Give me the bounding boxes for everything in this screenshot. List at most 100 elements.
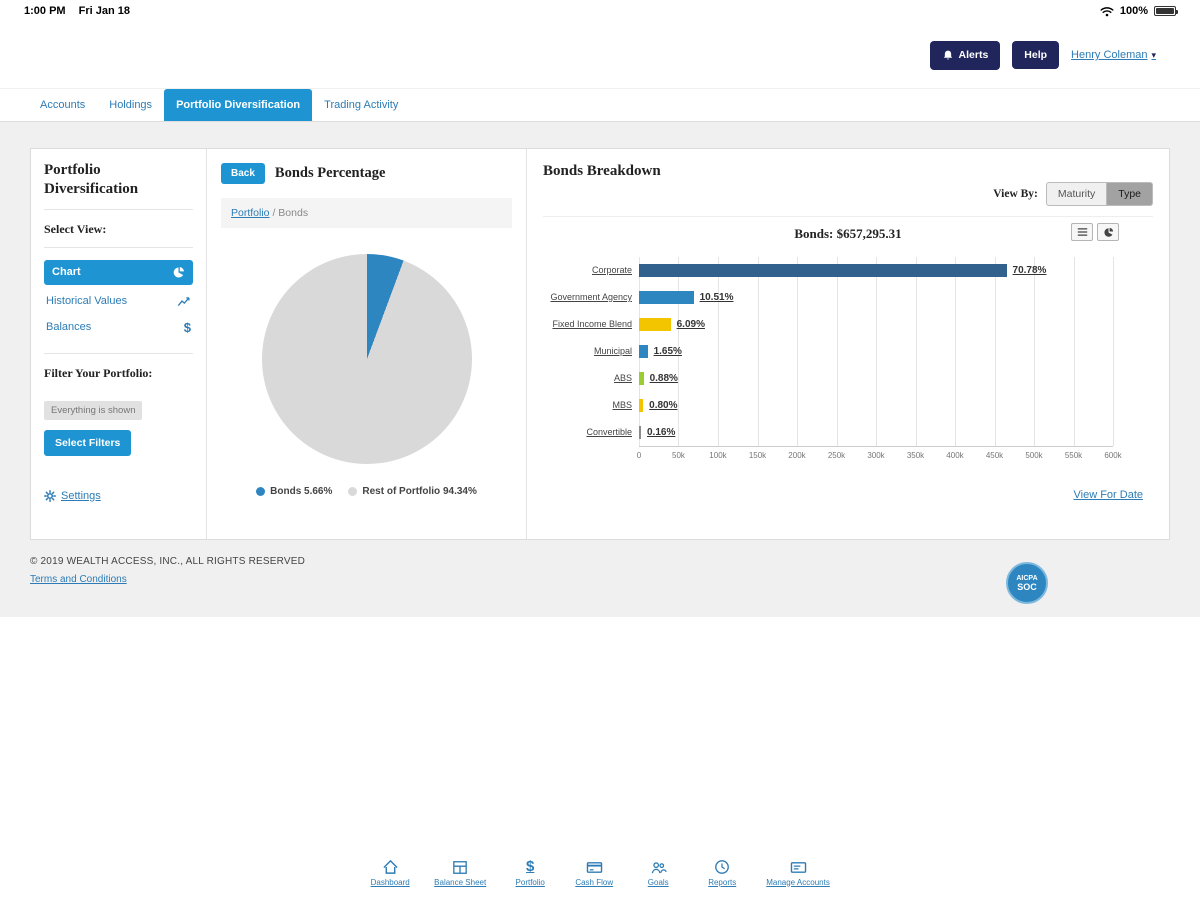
- sidebar-title: Portfolio Diversification: [44, 161, 193, 210]
- alerts-button[interactable]: Alerts: [930, 41, 1001, 70]
- bar-value-link[interactable]: 70.78%: [1013, 265, 1047, 276]
- app-header: Alerts Help Henry Coleman ▾: [0, 22, 1200, 88]
- bar-value-link[interactable]: 0.16%: [647, 427, 675, 438]
- tabbar-item-manage-accounts[interactable]: Manage Accounts: [766, 860, 830, 887]
- bar-value-link[interactable]: 0.88%: [650, 373, 678, 384]
- tabbar-label: Portfolio: [516, 878, 545, 887]
- chart-view-label: Chart: [52, 266, 81, 278]
- status-bar: 1:00 PM Fri Jan 18 100%: [0, 0, 1200, 22]
- legend-item-bonds[interactable]: Bonds 5.66%: [256, 486, 332, 497]
- legend-list-button[interactable]: [1071, 223, 1093, 241]
- pie-chart[interactable]: [262, 254, 472, 464]
- tabbar-item-portfolio[interactable]: $ Portfolio: [510, 859, 550, 887]
- historical-values-label: Historical Values: [46, 295, 127, 307]
- legend-item-rest[interactable]: Rest of Portfolio 94.34%: [348, 486, 476, 497]
- bar-category-label[interactable]: Government Agency: [543, 284, 639, 311]
- help-button[interactable]: Help: [1012, 41, 1059, 69]
- content-area: Portfolio Diversification Select View: C…: [0, 122, 1200, 617]
- x-axis-tick: 300k: [867, 451, 884, 460]
- cash-flow-icon: [586, 860, 603, 875]
- bar-category-label[interactable]: MBS: [543, 392, 639, 419]
- bar-row: 0.16%: [639, 419, 1113, 446]
- breadcrumb-current: Bonds: [278, 207, 308, 219]
- tab-holdings[interactable]: Holdings: [97, 89, 164, 121]
- settings-link[interactable]: Settings: [61, 490, 101, 502]
- tabbar-item-balance-sheet[interactable]: Balance Sheet: [434, 860, 486, 887]
- tabbar-item-dashboard[interactable]: Dashboard: [370, 859, 410, 887]
- bar[interactable]: [639, 372, 644, 385]
- sidebar-item-historical-values[interactable]: Historical Values: [44, 293, 193, 310]
- view-by-type-button[interactable]: Type: [1106, 182, 1153, 206]
- view-by-label: View By:: [993, 188, 1038, 200]
- battery-icon: [1154, 6, 1176, 16]
- bar-xaxis: 050k100k150k200k250k300k350k400k450k500k…: [639, 447, 1113, 465]
- tabbar-item-cash-flow[interactable]: Cash Flow: [574, 860, 614, 887]
- badge-line2: SOC: [1017, 583, 1037, 592]
- bar-category-label[interactable]: ABS: [543, 365, 639, 392]
- breadcrumb-separator: /: [272, 207, 275, 219]
- view-for-date-link[interactable]: View For Date: [1074, 489, 1144, 501]
- terms-and-conditions-link[interactable]: Terms and Conditions: [30, 574, 127, 585]
- x-axis-tick: 550k: [1065, 451, 1082, 460]
- x-axis-tick: 600k: [1104, 451, 1121, 460]
- view-by-maturity-button[interactable]: Maturity: [1046, 182, 1106, 206]
- pie-view-button[interactable]: [1097, 223, 1119, 241]
- bar-category-label[interactable]: Corporate: [543, 257, 639, 284]
- goals-icon: [650, 860, 667, 875]
- bar-row: 70.78%: [639, 257, 1113, 284]
- dollar-icon: $: [526, 859, 534, 875]
- x-axis-tick: 50k: [672, 451, 685, 460]
- copyright-text: © 2019 WEALTH ACCESS, INC., ALL RIGHTS R…: [30, 556, 1170, 567]
- bar-plot: 70.78% 10.51% 6.09% 1.65% 0.88% 0.80% 0.16%: [639, 257, 1113, 447]
- tab-accounts[interactable]: Accounts: [28, 89, 97, 121]
- dollar-icon: $: [184, 320, 191, 335]
- x-axis-tick: 400k: [946, 451, 963, 460]
- sidebar-item-chart[interactable]: Chart: [44, 260, 193, 285]
- view-by-toggle: Maturity Type: [1046, 182, 1153, 206]
- bar[interactable]: [639, 345, 648, 358]
- reports-icon: [714, 859, 730, 875]
- x-axis-tick: 200k: [788, 451, 805, 460]
- bar[interactable]: [639, 264, 1007, 277]
- legend-dot: [348, 487, 357, 496]
- bar[interactable]: [639, 426, 641, 439]
- user-menu[interactable]: Henry Coleman ▾: [1071, 49, 1156, 61]
- list-icon: [1077, 227, 1088, 237]
- user-name: Henry Coleman: [1071, 49, 1147, 61]
- bar-value-link[interactable]: 10.51%: [700, 292, 734, 303]
- tab-portfolio-diversification[interactable]: Portfolio Diversification: [164, 89, 312, 121]
- breadcrumb: Portfolio / Bonds: [221, 198, 512, 228]
- pie-chart-icon: [172, 266, 185, 279]
- x-axis-tick: 250k: [828, 451, 845, 460]
- bar[interactable]: [639, 318, 671, 331]
- settings-row[interactable]: Settings: [44, 490, 193, 502]
- back-button[interactable]: Back: [221, 163, 265, 184]
- empty-space: [0, 617, 1200, 850]
- bar-value-link[interactable]: 6.09%: [677, 319, 705, 330]
- bar-category-label[interactable]: Fixed Income Blend: [543, 311, 639, 338]
- line-chart-icon: [177, 295, 191, 308]
- tabbar-label: Manage Accounts: [766, 878, 830, 887]
- sidebar-item-balances[interactable]: Balances $: [44, 318, 193, 337]
- bar-chart-title: Bonds: $657,295.31: [794, 226, 901, 241]
- legend-rest-label: Rest of Portfolio 94.34%: [362, 486, 476, 497]
- alerts-label: Alerts: [959, 49, 989, 61]
- legend-bonds-label: Bonds 5.66%: [270, 486, 332, 497]
- tabbar-item-reports[interactable]: Reports: [702, 859, 742, 887]
- bar[interactable]: [639, 399, 643, 412]
- breadcrumb-portfolio-link[interactable]: Portfolio: [231, 207, 270, 219]
- bar-category-label[interactable]: Convertible: [543, 419, 639, 446]
- aicpa-soc-badge[interactable]: AICPA SOC: [1006, 562, 1048, 604]
- bar-category-label[interactable]: Municipal: [543, 338, 639, 365]
- tab-trading-activity[interactable]: Trading Activity: [312, 89, 410, 121]
- bar[interactable]: [639, 291, 694, 304]
- sidebar: Portfolio Diversification Select View: C…: [31, 149, 207, 539]
- battery-percent: 100%: [1120, 5, 1148, 17]
- tabbar-item-goals[interactable]: Goals: [638, 860, 678, 887]
- bonds-bar-chart: CorporateGovernment AgencyFixed Income B…: [543, 257, 1153, 447]
- bar-row: 0.80%: [639, 392, 1113, 419]
- gridline: [1113, 257, 1114, 446]
- bar-value-link[interactable]: 1.65%: [654, 346, 682, 357]
- select-filters-button[interactable]: Select Filters: [44, 430, 131, 456]
- bar-value-link[interactable]: 0.80%: [649, 400, 677, 411]
